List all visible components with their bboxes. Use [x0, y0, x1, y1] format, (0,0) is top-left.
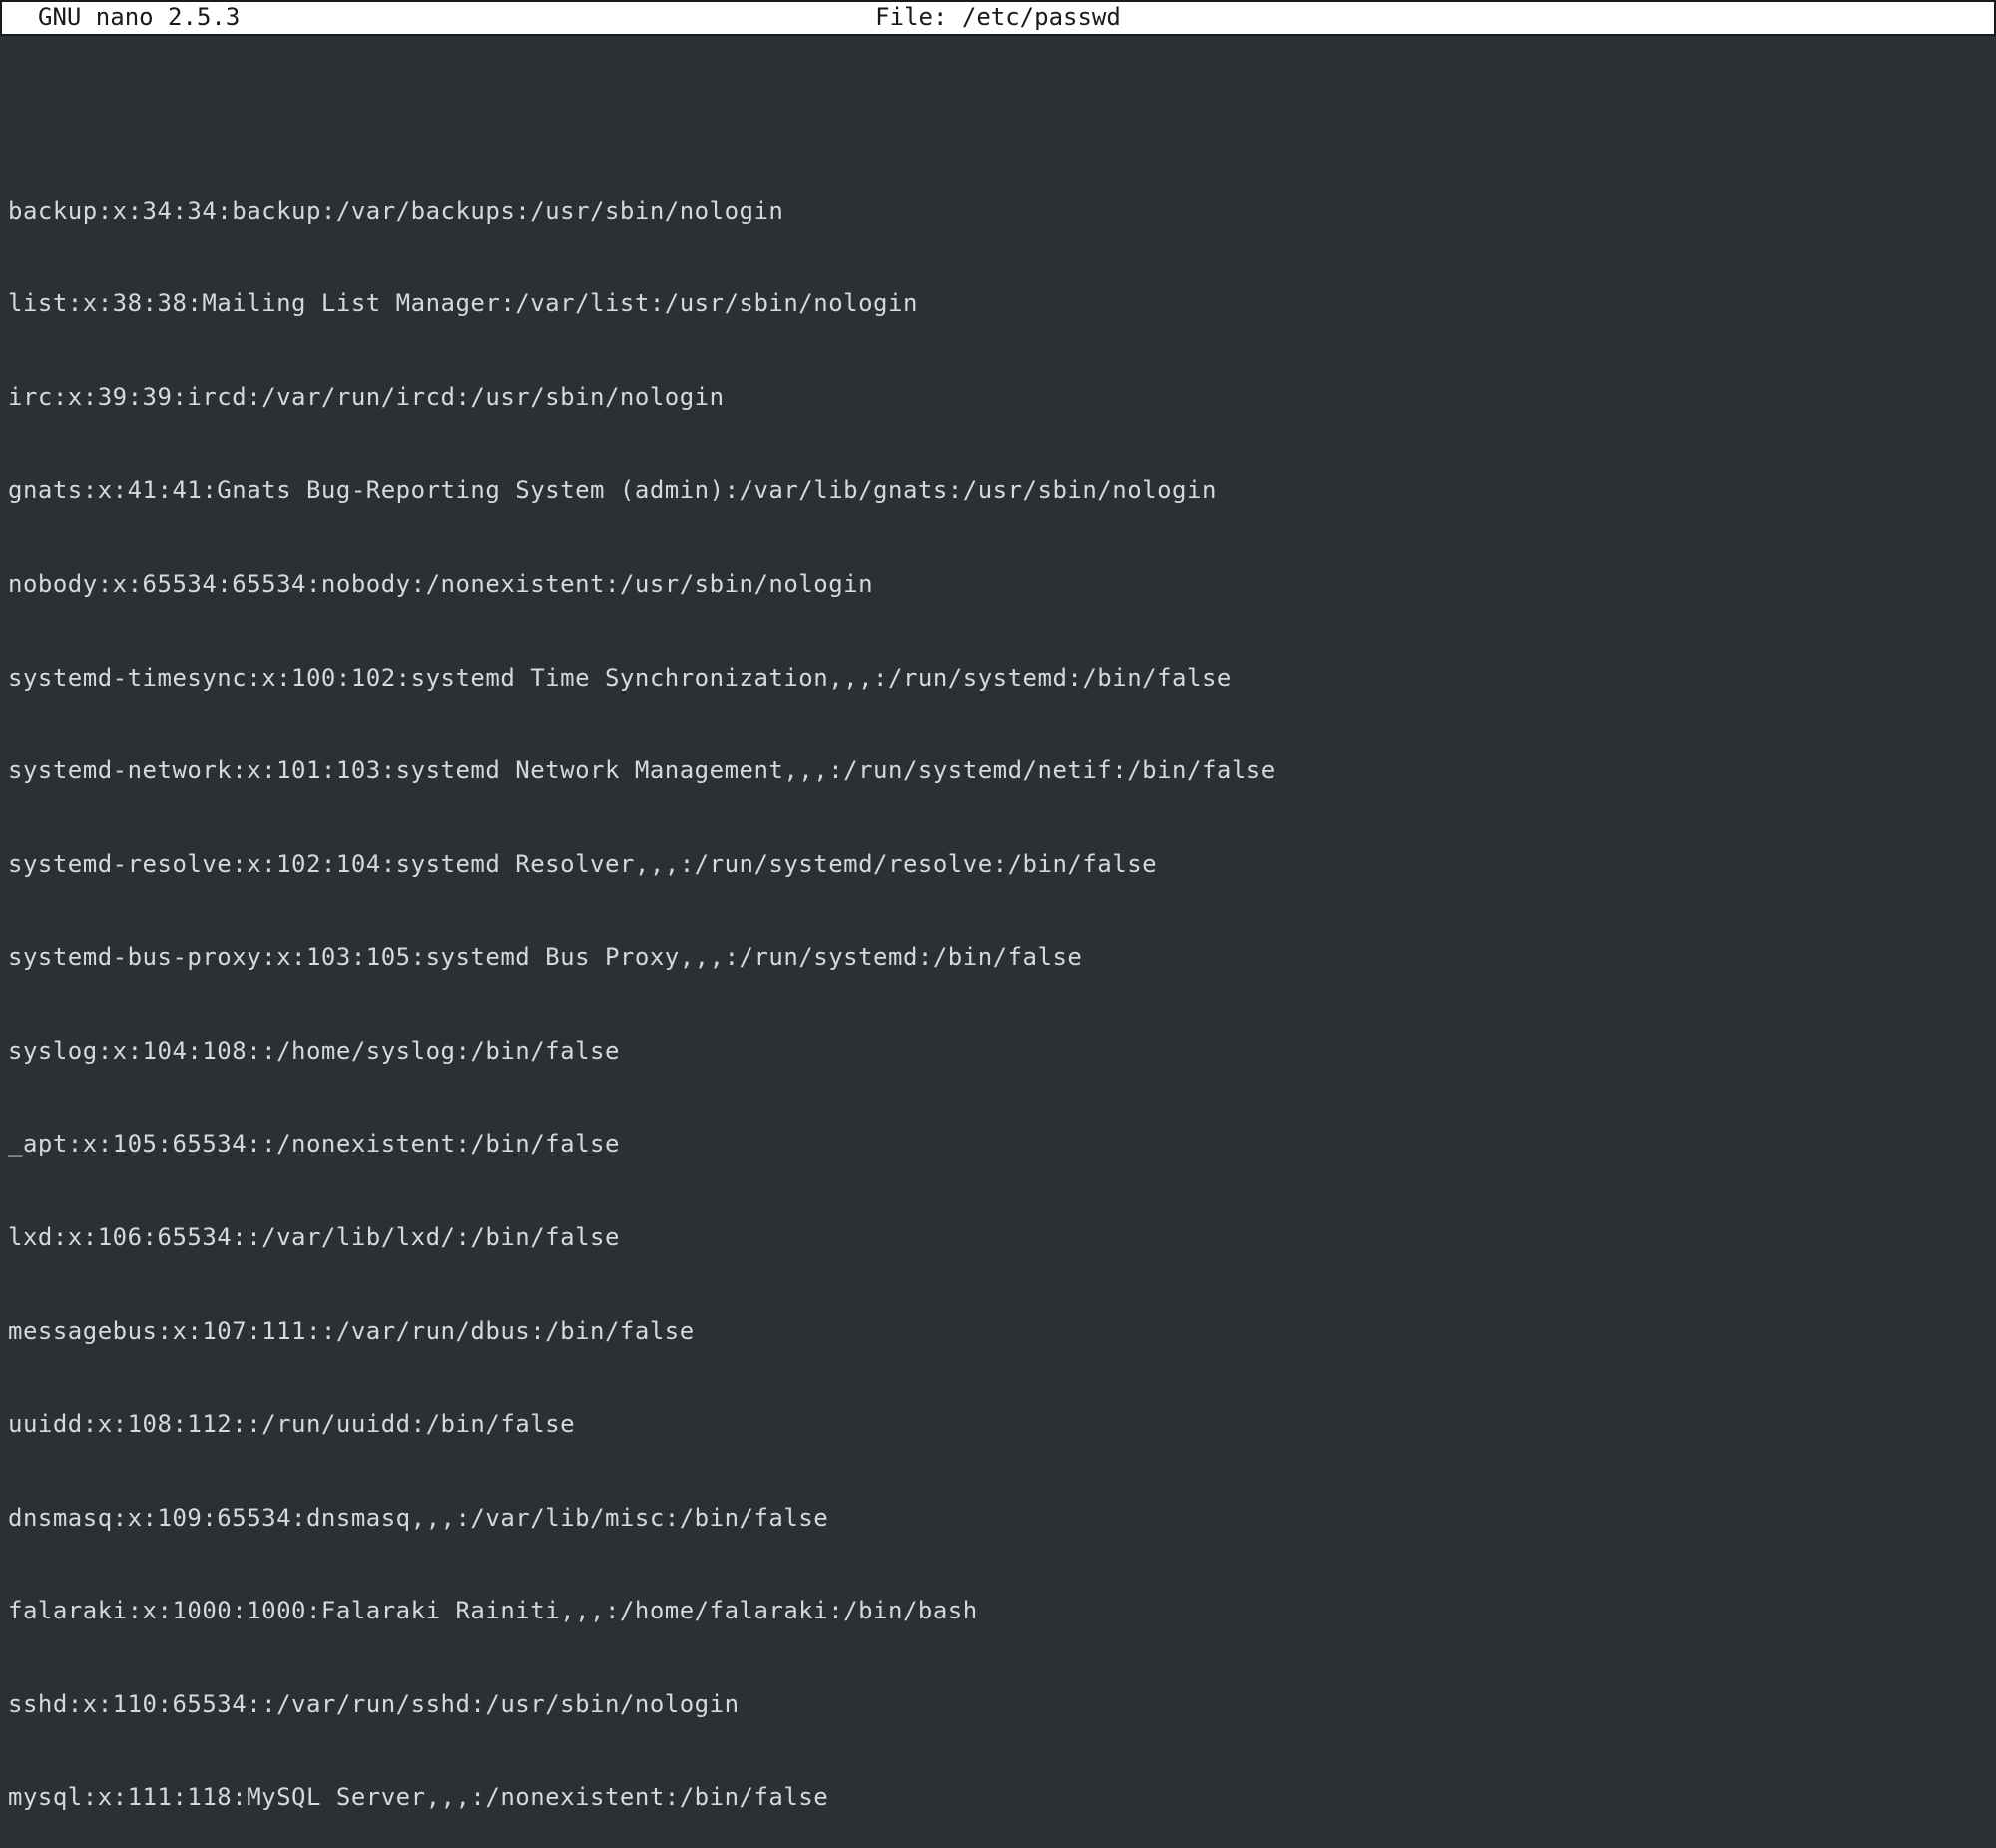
file-line: _apt:x:105:65534::/nonexistent:/bin/fals… [8, 1129, 1988, 1159]
file-line: systemd-resolve:x:102:104:systemd Resolv… [8, 849, 1988, 880]
file-line: systemd-network:x:101:103:systemd Networ… [8, 755, 1988, 786]
file-line: falaraki:x:1000:1000:Falaraki Rainiti,,,… [8, 1596, 1988, 1626]
file-line: lxd:x:106:65534::/var/lib/lxd/:/bin/fals… [8, 1222, 1988, 1253]
file-line: list:x:38:38:Mailing List Manager:/var/l… [8, 288, 1988, 319]
file-line: sshd:x:110:65534::/var/run/sshd:/usr/sbi… [8, 1689, 1988, 1720]
nano-title-bar: GNU nano 2.5.3 File: /etc/passwd [0, 0, 1996, 36]
file-line: syslog:x:104:108::/home/syslog:/bin/fals… [8, 1036, 1988, 1067]
blank-line [8, 102, 1988, 133]
file-line: mysql:x:111:118:MySQL Server,,,:/nonexis… [8, 1782, 1988, 1813]
file-line: systemd-timesync:x:100:102:systemd Time … [8, 663, 1988, 693]
file-line: messagebus:x:107:111::/var/run/dbus:/bin… [8, 1316, 1988, 1347]
file-line: gnats:x:41:41:Gnats Bug-Reporting System… [8, 475, 1988, 506]
file-line: uuidd:x:108:112::/run/uuidd:/bin/false [8, 1409, 1988, 1440]
nano-file-label: File: /etc/passwd [875, 2, 1121, 33]
file-line: dnsmasq:x:109:65534:dnsmasq,,,:/var/lib/… [8, 1503, 1988, 1534]
nano-editor-area[interactable]: backup:x:34:34:backup:/var/backups:/usr/… [0, 36, 1996, 1848]
file-line: nobody:x:65534:65534:nobody:/nonexistent… [8, 569, 1988, 600]
file-line: irc:x:39:39:ircd:/var/run/ircd:/usr/sbin… [8, 382, 1988, 413]
file-line: systemd-bus-proxy:x:103:105:systemd Bus … [8, 942, 1988, 973]
file-line: backup:x:34:34:backup:/var/backups:/usr/… [8, 196, 1988, 227]
nano-app-version: GNU nano 2.5.3 [2, 2, 240, 33]
